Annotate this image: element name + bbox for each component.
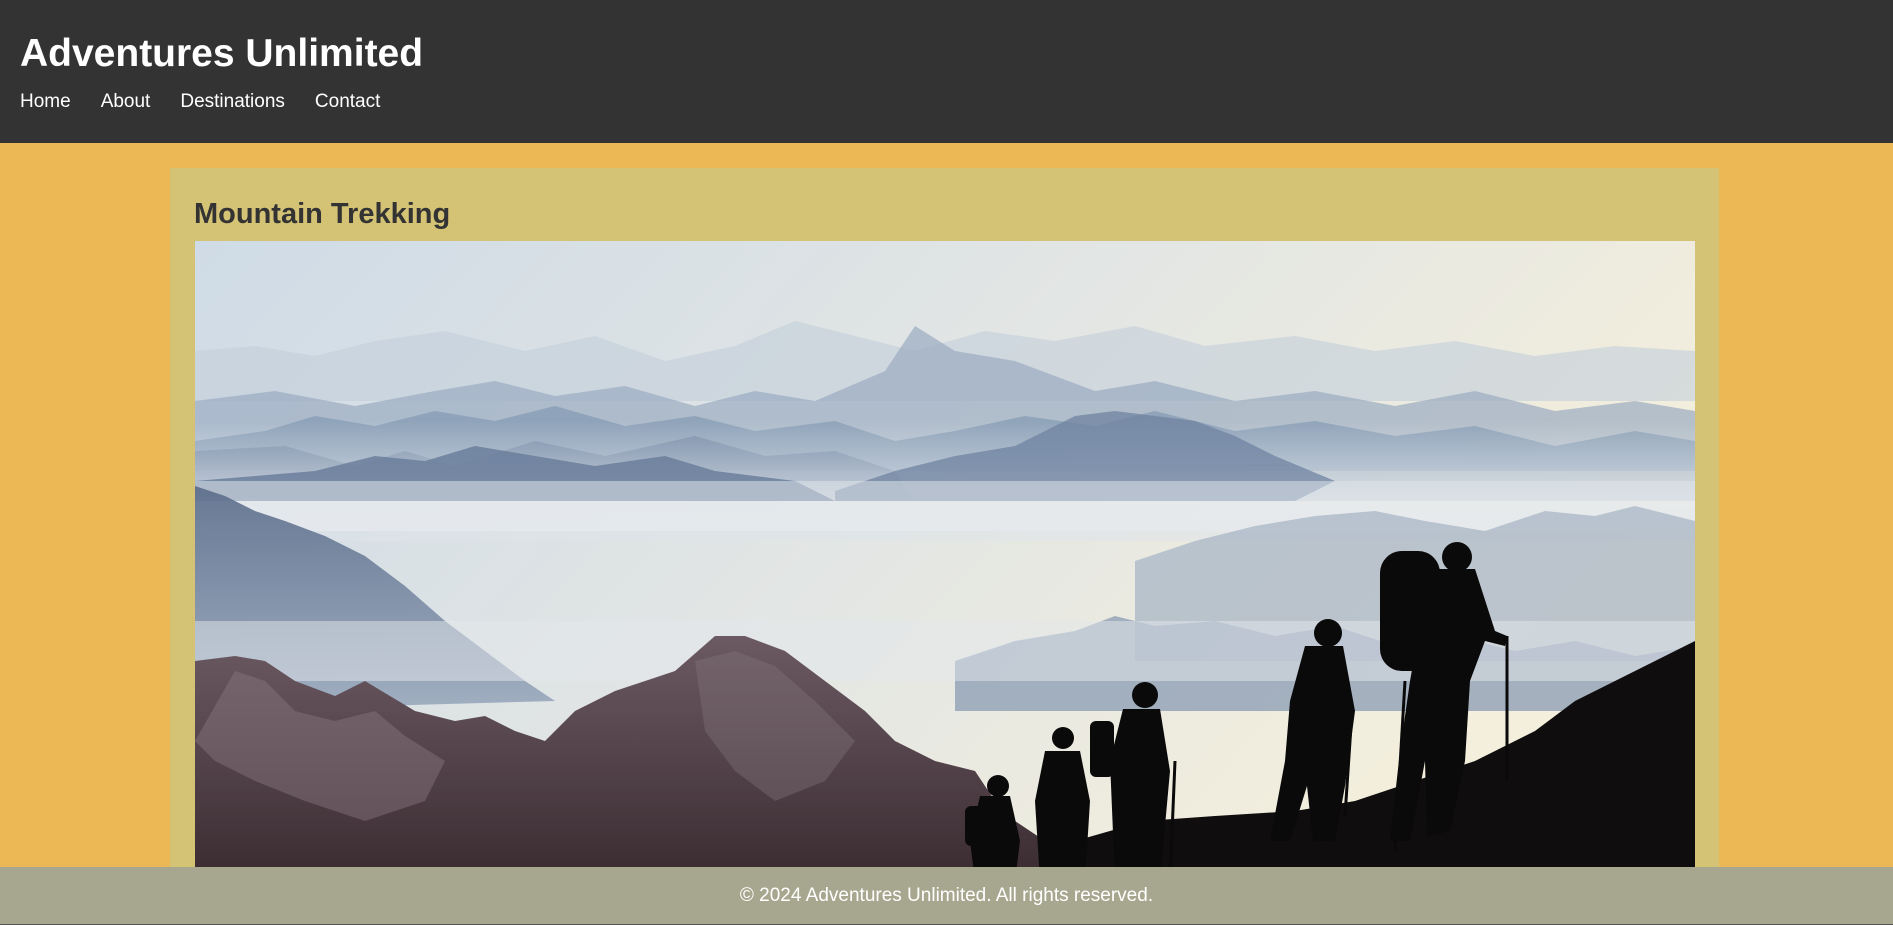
hero-image bbox=[195, 241, 1695, 881]
site-footer: © 2024 Adventures Unlimited. All rights … bbox=[0, 867, 1893, 925]
mountain-trekking-image bbox=[195, 241, 1695, 881]
main-nav: Home About Destinations Contact bbox=[20, 89, 380, 115]
site-title: Adventures Unlimited bbox=[20, 32, 424, 75]
nav-link-destinations[interactable]: Destinations bbox=[180, 89, 285, 115]
nav-link-home[interactable]: Home bbox=[20, 89, 71, 115]
footer-copyright: © 2024 Adventures Unlimited. All rights … bbox=[739, 885, 1154, 906]
nav-link-about[interactable]: About bbox=[101, 89, 151, 115]
card-title: Mountain Trekking bbox=[194, 198, 451, 230]
site-header: Adventures Unlimited Home About Destinat… bbox=[0, 0, 1893, 143]
nav-link-contact[interactable]: Contact bbox=[315, 89, 380, 115]
content-card: Mountain Trekking bbox=[170, 168, 1719, 888]
